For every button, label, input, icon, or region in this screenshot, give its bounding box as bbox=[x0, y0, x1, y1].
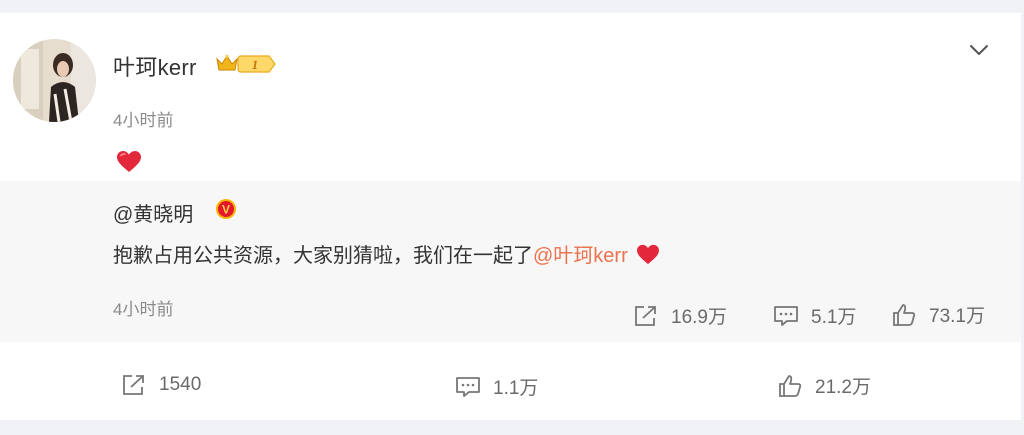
comment-count: 5.1万 bbox=[811, 307, 857, 328]
comment-button[interactable]: 1.1万 bbox=[455, 373, 538, 400]
heart-icon bbox=[116, 150, 142, 178]
repost-text: 抱歉占用公共资源，大家别猜啦，我们在一起了@叶珂kerr bbox=[113, 239, 660, 271]
repost-user-name[interactable]: @黄晓明 bbox=[113, 198, 193, 227]
vip-level-badge[interactable]: 1 bbox=[235, 53, 277, 75]
repost-block[interactable]: @黄晓明 V 抱歉占用公共资源，大家别猜啦，我们在一起了@叶珂kerr 4小时前… bbox=[0, 181, 1021, 342]
share-count: 1540 bbox=[159, 374, 202, 395]
avatar[interactable] bbox=[13, 39, 96, 122]
thumbs-up-icon bbox=[891, 302, 917, 328]
share-button[interactable]: 1540 bbox=[121, 373, 201, 397]
heart-icon bbox=[636, 244, 660, 271]
like-count: 21.2万 bbox=[815, 377, 871, 398]
verified-badge-text: V bbox=[222, 203, 230, 217]
comment-icon bbox=[773, 304, 799, 328]
comment-count: 1.1万 bbox=[493, 378, 539, 399]
thumbs-up-icon bbox=[777, 373, 803, 399]
verified-badge-icon: V bbox=[215, 198, 237, 225]
repost-like-button[interactable]: 73.1万 bbox=[891, 301, 985, 328]
mention-link[interactable]: @叶珂kerr bbox=[533, 245, 628, 267]
repost-comment-button[interactable]: 5.1万 bbox=[773, 302, 856, 329]
share-count: 16.9万 bbox=[671, 307, 727, 328]
repost-time[interactable]: 4小时前 bbox=[113, 295, 173, 320]
share-icon bbox=[633, 304, 659, 328]
post-time[interactable]: 4小时前 bbox=[113, 106, 173, 131]
vip-level-text: 1 bbox=[252, 57, 259, 72]
weibo-post-card: 叶珂kerr 1 4小时前 @黄晓明 V 抱歉占用公共资源，大家别猜啦，我们在一… bbox=[0, 13, 1021, 420]
repost-share-button[interactable]: 16.9万 bbox=[633, 302, 727, 329]
comment-icon bbox=[455, 375, 481, 399]
repost-text-body: 抱歉占用公共资源，大家别猜啦，我们在一起了 bbox=[113, 245, 533, 267]
share-icon bbox=[121, 373, 147, 397]
like-button[interactable]: 21.2万 bbox=[777, 372, 871, 399]
author-name[interactable]: 叶珂kerr bbox=[113, 50, 197, 82]
chevron-down-icon[interactable] bbox=[966, 37, 992, 63]
like-count: 73.1万 bbox=[929, 306, 985, 327]
